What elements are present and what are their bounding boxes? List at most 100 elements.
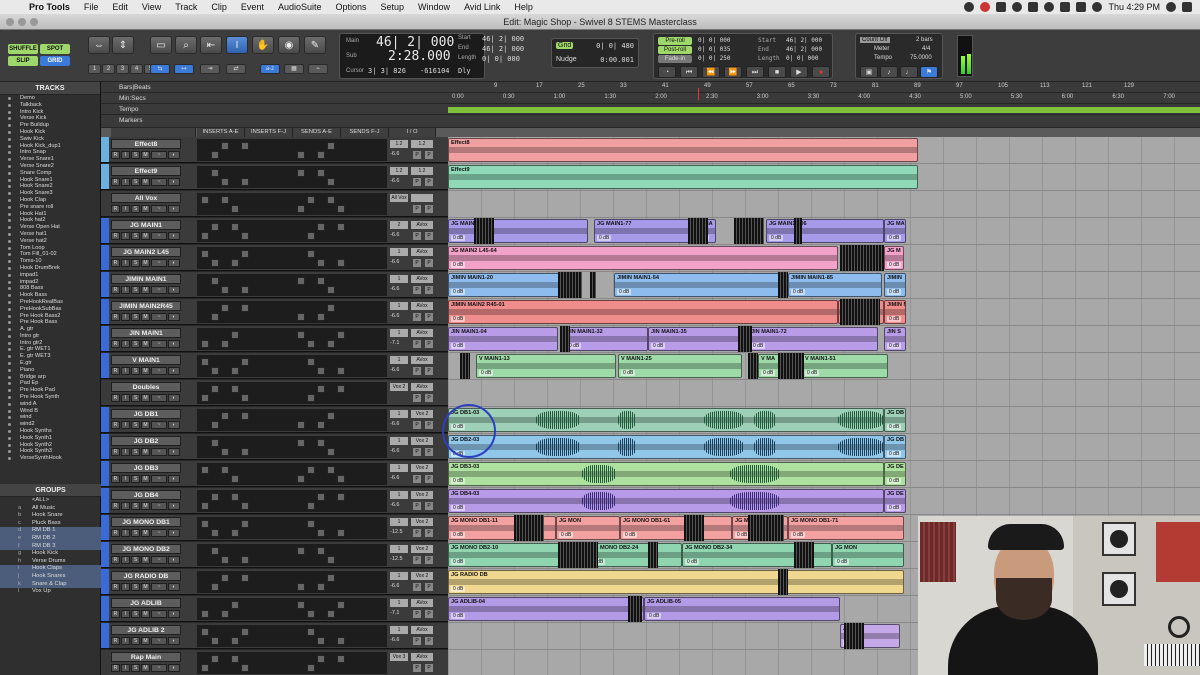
- postroll-value[interactable]: 0| 0| 035: [698, 46, 731, 53]
- plugin-slot[interactable]: [211, 169, 219, 177]
- pan-left-icon[interactable]: P: [413, 367, 421, 375]
- plugin-slot[interactable]: [307, 232, 315, 240]
- plugin-slot[interactable]: [337, 655, 345, 663]
- pan-left-icon[interactable]: P: [413, 475, 421, 483]
- clip-gain-label[interactable]: 0 dB: [623, 532, 638, 538]
- track-output-selector[interactable]: AVox: [411, 275, 433, 283]
- track-output-selector[interactable]: Vox 2: [411, 410, 433, 418]
- transport-start-value[interactable]: 46| 2| 000: [786, 37, 822, 44]
- track-visibility-icon[interactable]: [8, 164, 11, 168]
- track-name-button[interactable]: All Vox: [111, 193, 181, 203]
- plugin-slot[interactable]: [317, 583, 325, 591]
- vertical-zoom-icon[interactable]: ⇕: [112, 36, 134, 54]
- pan-left-icon[interactable]: P: [413, 637, 421, 645]
- track-list-item[interactable]: Pre Hook Bass2: [0, 313, 100, 320]
- input-monitor-button[interactable]: I: [121, 664, 130, 672]
- group-item[interactable]: d RM DB 1: [0, 527, 101, 535]
- menu-avid-link[interactable]: Avid Link: [457, 2, 507, 12]
- pan-left-icon[interactable]: P: [413, 421, 421, 429]
- clip-gain-label[interactable]: 0 dB: [451, 343, 466, 349]
- plugin-slot[interactable]: [201, 358, 209, 366]
- pencil-tool-icon[interactable]: ✎: [304, 36, 326, 54]
- track-visibility-icon[interactable]: [8, 436, 11, 440]
- pan-left-icon[interactable]: P: [413, 286, 421, 294]
- grabber-tool-icon[interactable]: ✋: [252, 36, 274, 54]
- track-list-item[interactable]: Hook Clap: [0, 197, 100, 204]
- track-visibility-icon[interactable]: [8, 198, 11, 202]
- track-name-button[interactable]: JG MAIN1: [111, 220, 181, 230]
- track-visibility-icon[interactable]: [8, 287, 11, 291]
- audio-clip[interactable]: JG MONO DB1-71 0 dB: [788, 516, 904, 540]
- track-list-item[interactable]: Hook Bass: [0, 292, 100, 299]
- timeline-lane[interactable]: JG MAIN1-360 dBJG MAIN1-770 dBJG MA0 dBJ…: [448, 218, 1200, 245]
- pan-left-icon[interactable]: P: [413, 232, 421, 240]
- input-monitor-button[interactable]: I: [121, 448, 130, 456]
- track-visibility-icon[interactable]: [8, 375, 11, 379]
- track-header[interactable]: JIN MAIN1 R I S M ~ ◐ 1 AVox -7.1 P P: [101, 326, 448, 352]
- plugin-slot[interactable]: [211, 583, 219, 591]
- plugin-slot[interactable]: [317, 655, 325, 663]
- plugin-slot[interactable]: [241, 304, 249, 312]
- track-name-button[interactable]: JG MONO DB2: [111, 544, 181, 554]
- plugin-slot[interactable]: [297, 475, 305, 483]
- plugin-slot[interactable]: [201, 232, 209, 240]
- grid-mode-button[interactable]: GRID: [40, 56, 70, 66]
- track-visibility-icon[interactable]: [8, 246, 11, 250]
- audio-clip[interactable]: JG DB2-03 0 dB: [448, 435, 884, 459]
- automation-mode-selector[interactable]: ◐: [168, 529, 180, 537]
- track-list-item[interactable]: Snare Comp: [0, 170, 100, 177]
- fadein-value[interactable]: 0| 0| 250: [698, 55, 731, 62]
- plugin-slot[interactable]: [231, 367, 239, 375]
- track-input-selector[interactable]: Vox 3: [390, 653, 408, 661]
- plugin-slot[interactable]: [231, 655, 239, 663]
- pan-left-icon[interactable]: P: [413, 313, 421, 321]
- input-monitor-button[interactable]: I: [121, 367, 130, 375]
- track-output-selector[interactable]: Vox 2: [411, 545, 433, 553]
- plugin-slot[interactable]: [211, 259, 219, 267]
- track-visibility-icon[interactable]: [8, 409, 11, 413]
- plugin-slot[interactable]: [241, 502, 249, 510]
- track-visibility-icon[interactable]: [8, 280, 11, 284]
- track-visibility-icon[interactable]: [8, 389, 11, 393]
- group-item[interactable]: h Verse Drums: [0, 558, 101, 566]
- track-list-item[interactable]: Hook hat2: [0, 217, 100, 224]
- group-item[interactable]: b Hook Snare: [0, 512, 101, 520]
- plugin-slot[interactable]: [337, 223, 345, 231]
- menu-edit[interactable]: Edit: [105, 2, 135, 12]
- mute-button[interactable]: M: [141, 259, 150, 267]
- record-enable-button[interactable]: R: [111, 637, 120, 645]
- group-item[interactable]: e RM DB 2: [0, 534, 101, 543]
- plugin-slot[interactable]: [297, 439, 305, 447]
- input-monitor-button[interactable]: I: [121, 232, 130, 240]
- pan-left-icon[interactable]: P: [413, 340, 421, 348]
- vpn-icon[interactable]: [1028, 2, 1039, 12]
- solo-button[interactable]: S: [131, 475, 140, 483]
- track-list-item[interactable]: wind: [0, 414, 100, 421]
- plugin-slot[interactable]: [201, 520, 209, 528]
- plugin-slot[interactable]: [327, 412, 335, 420]
- audio-clip[interactable]: JG DB1-03 0 dB: [448, 408, 884, 432]
- waveform-view-selector[interactable]: ~: [151, 475, 167, 483]
- track-visibility-icon[interactable]: [8, 110, 11, 114]
- automation-mode-selector[interactable]: ◐: [168, 286, 180, 294]
- pan-right-icon[interactable]: P: [425, 637, 433, 645]
- automation-mode-selector[interactable]: ◐: [168, 637, 180, 645]
- record-enable-button[interactable]: R: [111, 151, 120, 159]
- track-list-item[interactable]: Hook Kick: [0, 129, 100, 136]
- pan-right-icon[interactable]: P: [425, 529, 433, 537]
- waveform-view-selector[interactable]: ~: [151, 286, 167, 294]
- plugin-slot[interactable]: [297, 601, 305, 609]
- track-header[interactable]: JG MONO DB2 R I S M ~ ◐ 1 Vox 2 -12.5 P P: [101, 542, 448, 568]
- input-monitor-button[interactable]: I: [121, 151, 130, 159]
- track-output-selector[interactable]: Vox 2: [411, 464, 433, 472]
- audio-clip[interactable]: JG MONO DB2-24 0 dB: [588, 543, 682, 567]
- grid-value[interactable]: 0| 0| 480: [596, 42, 634, 50]
- track-name-button[interactable]: JG MONO DB1: [111, 517, 181, 527]
- plugin-slot[interactable]: [327, 340, 335, 348]
- plugin-slot[interactable]: [307, 502, 315, 510]
- pan-left-icon[interactable]: P: [413, 556, 421, 564]
- clip-gain-label[interactable]: 0 dB: [451, 613, 466, 619]
- close-window-button[interactable]: [6, 18, 14, 26]
- plugin-slot[interactable]: [337, 601, 345, 609]
- record-enable-button[interactable]: R: [111, 529, 120, 537]
